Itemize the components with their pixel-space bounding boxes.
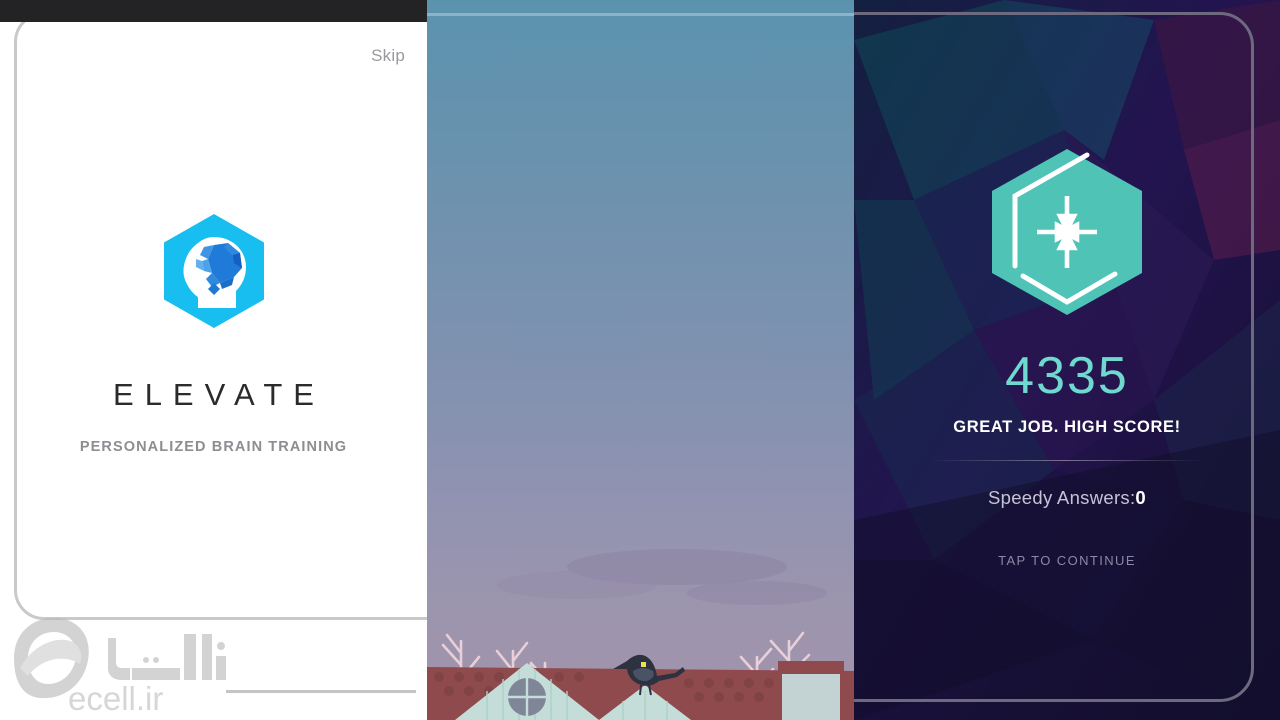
- frame-bottom-line: [226, 690, 416, 693]
- elevate-word-game-screen: 1564 1 unable to do something without as…: [427, 0, 854, 720]
- stat-row: Speedy Answers:0: [988, 487, 1146, 509]
- stat-value: 0: [1135, 487, 1147, 508]
- ecell-watermark: ecell.ir: [4, 606, 254, 717]
- converge-arrows-hexagon-icon: [992, 149, 1142, 315]
- screenshot-stage: Skip ELEVATE PERSONALIZED BRAIN TRAINING…: [0, 0, 1280, 720]
- divider: [930, 460, 1204, 461]
- brand-name: ELEVATE: [113, 377, 325, 412]
- svg-text:ecell.ir: ecell.ir: [68, 680, 163, 716]
- final-score: 4335: [1005, 347, 1129, 405]
- hud-separator-line: [427, 13, 854, 16]
- stat-label: Speedy Answers:: [987, 487, 1136, 508]
- city-rooftop-illustration: [427, 549, 854, 720]
- skip-button-splash[interactable]: Skip: [371, 46, 405, 66]
- results-content: 4335 GREAT JOB. HIGH SCORE! Speedy Answe…: [854, 0, 1280, 720]
- elevate-results-screen[interactable]: 4335 GREAT JOB. HIGH SCORE! Speedy Answe…: [854, 0, 1280, 720]
- dark-status-strip: [0, 0, 427, 22]
- brain-hexagon-icon: [162, 213, 266, 329]
- result-message: GREAT JOB. HIGH SCORE!: [953, 418, 1181, 436]
- brand-tagline: PERSONALIZED BRAIN TRAINING: [79, 439, 348, 455]
- tap-to-continue-hint[interactable]: TAP TO CONTINUE: [998, 553, 1136, 568]
